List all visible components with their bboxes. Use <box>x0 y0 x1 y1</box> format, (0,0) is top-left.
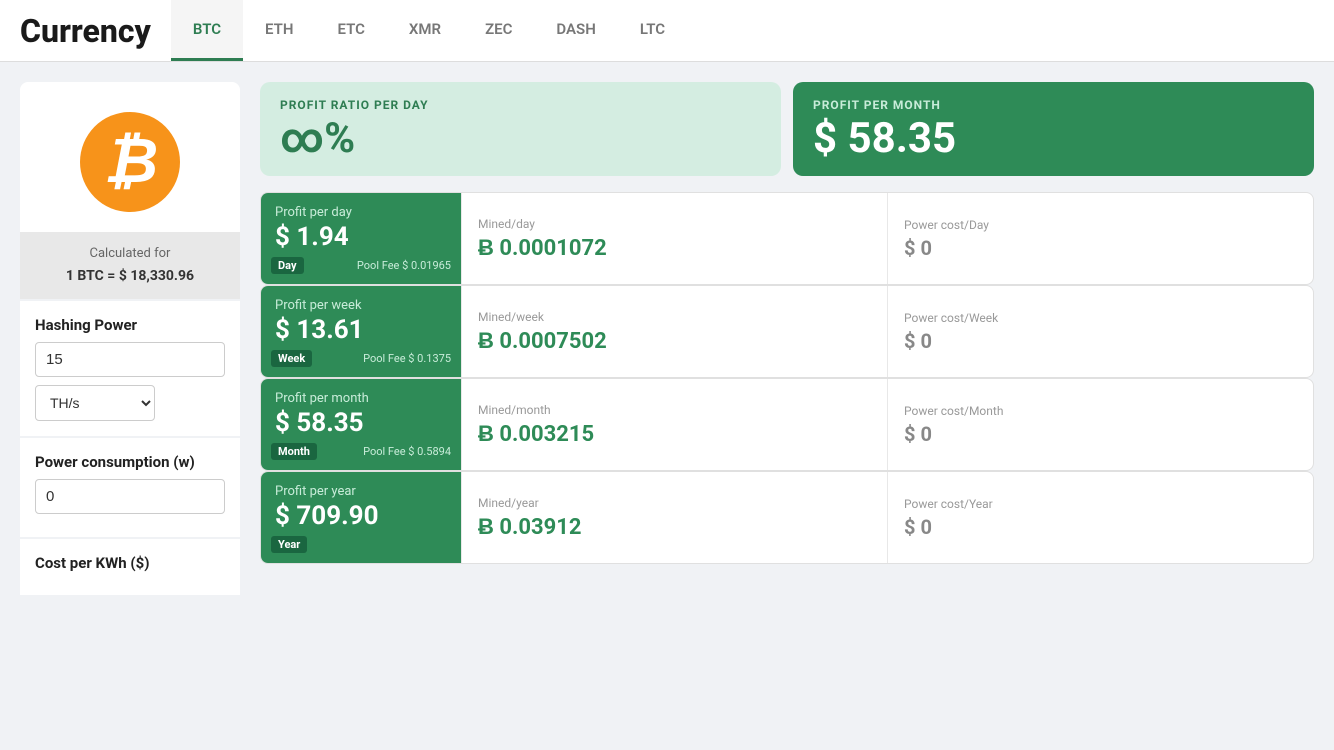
month-label: PROFIT PER MONTH <box>813 98 1294 112</box>
hashing-power-section: Hashing Power TH/s GH/s MH/s <box>20 301 240 436</box>
cost-kwh-section: Cost per KWh ($) <box>20 539 240 595</box>
ratio-label: PROFIT RATIO PER DAY <box>280 98 761 112</box>
hashing-unit-select[interactable]: TH/s GH/s MH/s <box>35 385 155 421</box>
row-left-week: Profit per week $ 13.61 Week Pool Fee $ … <box>261 286 461 377</box>
profit-value-day: $ 1.94 <box>275 222 447 252</box>
period-badge-year: Year <box>271 536 307 553</box>
profit-value-month: $ 58.35 <box>275 408 447 438</box>
page-title: Currency <box>20 12 151 50</box>
power-consumption-input[interactable] <box>35 479 225 514</box>
pool-fee-day: Pool Fee $ 0.01965 <box>357 259 451 272</box>
sidebar: ₿ Calculated for 1 BTC = $ 18,330.96 Has… <box>20 82 240 730</box>
calc-value: 1 BTC = $ 18,330.96 <box>32 265 228 287</box>
nav-tab-eth[interactable]: ETH <box>243 0 315 61</box>
data-row-week: Profit per week $ 13.61 Week Pool Fee $ … <box>260 285 1314 378</box>
nav-tab-etc[interactable]: ETC <box>315 0 386 61</box>
row-left-month: Profit per month $ 58.35 Month Pool Fee … <box>261 379 461 470</box>
power-cell-day: Power cost/Day $ 0 <box>887 193 1313 284</box>
power-cell-year: Power cost/Year $ 0 <box>887 472 1313 563</box>
data-row-month: Profit per month $ 58.35 Month Pool Fee … <box>260 378 1314 471</box>
pool-fee-month: Pool Fee $ 0.5894 <box>363 445 451 458</box>
profit-value-year: $ 709.90 <box>275 501 447 531</box>
power-cell-month: Power cost/Month $ 0 <box>887 379 1313 470</box>
power-consumption-label: Power consumption (w) <box>35 453 225 471</box>
profit-value-week: $ 13.61 <box>275 315 447 345</box>
profit-label-day: Profit per day <box>275 205 447 220</box>
mined-cell-week: Mined/week Ƀ 0.0007502 <box>461 286 887 377</box>
header: Currency BTCETHETCXMRZECDASHLTC <box>0 0 1334 62</box>
data-row-year: Profit per year $ 709.90 Year Mined/year… <box>260 471 1314 564</box>
row-left-day: Profit per day $ 1.94 Day Pool Fee $ 0.0… <box>261 193 461 284</box>
cost-kwh-label: Cost per KWh ($) <box>35 554 225 572</box>
month-value: $ 58.35 <box>813 118 1294 160</box>
data-rows: Profit per day $ 1.94 Day Pool Fee $ 0.0… <box>260 192 1314 564</box>
period-badge-month: Month <box>271 443 317 460</box>
period-badge-week: Week <box>271 350 312 367</box>
nav-tab-zec[interactable]: ZEC <box>463 0 534 61</box>
profit-label-week: Profit per week <box>275 298 447 313</box>
coin-card: ₿ <box>20 82 240 232</box>
ratio-card: PROFIT RATIO PER DAY ∞% <box>260 82 781 176</box>
nav-tab-ltc[interactable]: LTC <box>618 0 687 61</box>
data-row-day: Profit per day $ 1.94 Day Pool Fee $ 0.0… <box>260 192 1314 285</box>
mined-cell-month: Mined/month Ƀ 0.003215 <box>461 379 887 470</box>
row-left-year: Profit per year $ 709.90 Year <box>261 472 461 563</box>
ratio-value: ∞% <box>280 118 761 160</box>
nav-tab-dash[interactable]: DASH <box>534 0 617 61</box>
pool-fee-week: Pool Fee $ 0.1375 <box>363 352 451 365</box>
period-badge-day: Day <box>271 257 304 274</box>
mined-cell-day: Mined/day Ƀ 0.0001072 <box>461 193 887 284</box>
currency-tabs: BTCETHETCXMRZECDASHLTC <box>171 0 687 61</box>
mined-cell-year: Mined/year Ƀ 0.03912 <box>461 472 887 563</box>
month-profit-card: PROFIT PER MONTH $ 58.35 <box>793 82 1314 176</box>
power-consumption-section: Power consumption (w) <box>20 438 240 537</box>
profit-label-year: Profit per year <box>275 484 447 499</box>
calc-info: Calculated for 1 BTC = $ 18,330.96 <box>20 232 240 299</box>
summary-cards: PROFIT RATIO PER DAY ∞% PROFIT PER MONTH… <box>260 82 1314 176</box>
main-content: ₿ Calculated for 1 BTC = $ 18,330.96 Has… <box>0 62 1334 750</box>
nav-tab-xmr[interactable]: XMR <box>387 0 463 61</box>
profit-label-month: Profit per month <box>275 391 447 406</box>
hashing-power-label: Hashing Power <box>35 316 225 334</box>
btc-icon: ₿ <box>80 112 180 212</box>
power-cell-week: Power cost/Week $ 0 <box>887 286 1313 377</box>
hashing-power-input[interactable] <box>35 342 225 377</box>
content-area: PROFIT RATIO PER DAY ∞% PROFIT PER MONTH… <box>260 82 1314 730</box>
nav-tab-btc[interactable]: BTC <box>171 0 243 61</box>
